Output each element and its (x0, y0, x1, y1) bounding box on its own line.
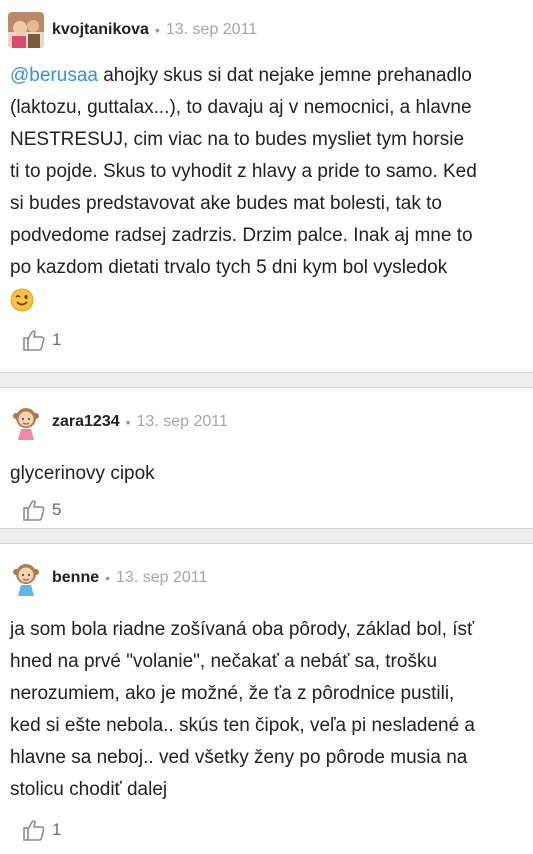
comment-separator (0, 528, 533, 544)
comment-line: @berusaa ahojky skus si dat nejake jemne… (10, 65, 472, 86)
comment-line: (laktozu, guttalax...), to davaju aj v n… (10, 97, 472, 118)
username[interactable]: kvojtanikova (52, 21, 149, 39)
mention-link[interactable]: @berusaa (10, 65, 98, 86)
comment-line (10, 284, 523, 318)
like-count: 5 (52, 500, 62, 519)
comment-line: ked si ešte nebola.. skús ten čipok, veľ… (10, 715, 475, 736)
photo-avatar-icon (8, 12, 44, 48)
username[interactable]: zara1234 (52, 413, 120, 431)
comment-2: zara1234 • 13. sep 2011 glycerinovy cipo… (0, 388, 533, 528)
wink-emoji-icon (10, 288, 34, 312)
comment-header: benne • 13. sep 2011 (0, 544, 533, 606)
comment-1: kvojtanikova • 13. sep 2011 @berusaa aho… (0, 0, 533, 372)
comment-line: po kazdom dietati trvalo tych 5 dni kym … (10, 257, 448, 278)
like-area: 5 (0, 498, 533, 522)
thumbs-up-icon[interactable] (22, 328, 46, 352)
comment-line: hlavne sa neboj.. ved všetky ženy po pôr… (10, 747, 468, 768)
like-area: 1 (0, 328, 533, 352)
comment-header: zara1234 • 13. sep 2011 (0, 388, 533, 450)
like-area: 1 (0, 818, 533, 842)
comment-line: stolicu chodiť dalej (10, 779, 168, 800)
user-avatar[interactable] (8, 560, 44, 596)
comment-line: glycerinovy cipok (10, 463, 155, 484)
comment-text: glycerinovy cipok (0, 450, 533, 490)
thumbs-up-icon[interactable] (22, 818, 46, 842)
comment-line: podvedome radsej zadrzis. Drzim palce. I… (10, 225, 473, 246)
comment-date: 13. sep 2011 (165, 21, 258, 38)
meta-separator: • (125, 414, 131, 430)
comment-text: ja som bola riadne zošívaná oba pôrody, … (0, 606, 533, 806)
username[interactable]: benne (52, 569, 99, 587)
comment-header: kvojtanikova • 13. sep 2011 (0, 0, 533, 58)
user-avatar[interactable] (8, 12, 44, 48)
girl-avatar-icon (8, 404, 44, 440)
comment-line: ja som bola riadne zošívaná oba pôrody, … (10, 619, 475, 640)
comment-line: hned na prvé "volanie", nečakať a nebáť … (10, 651, 438, 672)
comment-line: NESTRESUJ, cim viac na to budes mysliet … (10, 129, 465, 150)
meta-separator: • (105, 570, 111, 586)
comment-text: @berusaa ahojky skus si dat nejake jemne… (0, 58, 533, 318)
thumbs-up-icon[interactable] (22, 498, 46, 522)
comment-3: benne • 13. sep 2011 ja som bola riadne … (0, 544, 533, 844)
meta-separator: • (154, 22, 160, 38)
comment-line: ti to pojde. Skus to vyhodit z hlavy a p… (10, 161, 477, 182)
comment-date: 13. sep 2011 (116, 569, 208, 586)
like-count: 1 (52, 820, 62, 839)
comment-separator (0, 372, 533, 388)
comment-line: si budes predstavovat ake budes mat bole… (10, 193, 442, 214)
user-avatar[interactable] (8, 404, 44, 440)
comment-date: 13. sep 2011 (136, 413, 228, 430)
like-count: 1 (52, 330, 62, 349)
girl-avatar-icon (8, 560, 44, 596)
comment-line: nerozumiem, ako je možné, že ťa z pôrodn… (10, 683, 455, 704)
